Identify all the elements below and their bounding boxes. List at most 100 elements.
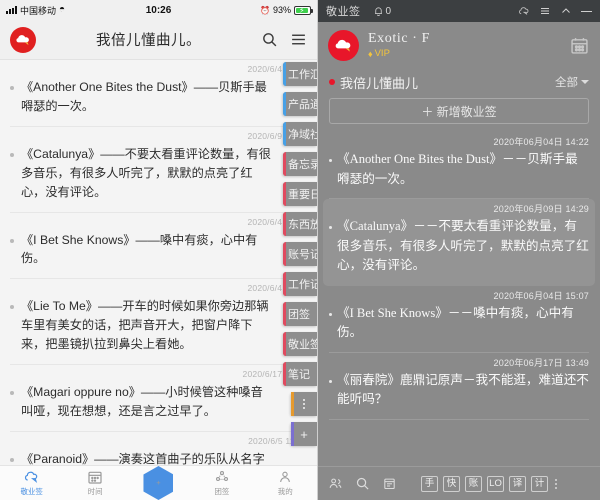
note-body: 《Catalunya》——不要太看重评论数量，有很多音乐，有很多人听完了，默默的… [10, 145, 307, 202]
app-root: 中国移动 ◓ 10:26 ⏰ 93% ⚡ 我倍儿懂曲儿。 2020/6/4 14… [0, 0, 600, 500]
shortcut-button[interactable]: 计 [531, 475, 548, 492]
tab-label: 团签 [214, 487, 230, 496]
table-row[interactable]: 2020年06月04日 14:22 《Another One Bites the… [329, 132, 589, 200]
note-text: 《丽春院》鹿鼎记原声－我不能逛，难道还不能听吗？ [337, 372, 589, 407]
app-logo-icon [10, 26, 36, 53]
note-text: 《Lie To Me》——开车的时候如果你旁边那辆车里有美女的话，把声音开大，把… [21, 299, 269, 352]
tag-label: 敬业签 [288, 339, 317, 351]
tag-label: 工作汇 [288, 69, 317, 81]
group-icon [215, 470, 228, 482]
tag-item[interactable]: 团签 [283, 302, 317, 326]
hamburger-menu-icon[interactable] [290, 31, 307, 48]
alarm-icon: ⏰ [260, 5, 270, 15]
tag-item[interactable]: 账号记 [283, 242, 317, 266]
shortcut-button[interactable]: LO [487, 475, 504, 492]
table-row[interactable]: 2020年06月09日 14:29 《Catalunya》－－不要太看重评论数量… [323, 199, 595, 286]
list-item[interactable]: 2020/6/4 14:22 《Another One Bites the Du… [10, 60, 307, 127]
tab-profile[interactable]: 我的 [254, 469, 317, 497]
note-text: 《Magari oppure no》——小时候管这种嗓音叫哑，现在想想，还是言之… [21, 385, 263, 418]
note-timestamp: 2020年06月04日 14:22 [493, 137, 589, 147]
contacts-icon [329, 478, 342, 488]
tag-item[interactable]: 东西放 [283, 212, 317, 236]
tag-more-button[interactable] [291, 392, 317, 416]
tag-item[interactable]: 净域社 [283, 122, 317, 146]
search-button[interactable] [355, 476, 370, 491]
add-note-fab[interactable]: + [143, 466, 174, 500]
tag-add-button[interactable]: + [291, 422, 317, 446]
chevron-up-icon[interactable] [560, 5, 572, 17]
note-body: 《Another One Bites the Dust》－－贝斯手最嘚瑟的一次。 [329, 150, 589, 189]
bullet-icon [10, 238, 14, 243]
filter-dropdown[interactable]: 全部 [555, 74, 589, 90]
app-logo-icon [328, 29, 359, 61]
filter-label: 全部 [555, 77, 578, 89]
table-row[interactable]: 2020年06月04日 15:07 《I Bet She Knows》－－嗓中有… [329, 286, 589, 353]
list-item[interactable]: 2020/6/4 14:34 《Lie To Me》——开车的时候如果你旁边那辆… [10, 279, 307, 366]
note-timestamp: 2020/6/9 14:29 [247, 130, 307, 141]
desktop-title-bar: 敬业签 0 [318, 0, 600, 22]
tag-label: 产品通 [288, 99, 317, 111]
more-vertical-icon[interactable] [555, 478, 557, 489]
bullet-icon [10, 305, 14, 310]
tag-label: 团签 [288, 309, 310, 321]
list-item[interactable]: 2020/6/17 13:42 《Magari oppure no》——小时候管… [10, 365, 307, 432]
list-item[interactable]: 2020/6/5 11:04 《Paranoid》——演奏这首曲子的乐队从名字上… [10, 432, 307, 465]
list-item[interactable]: 2020/6/9 14:29 《Catalunya》——不要太看重评论数量，有很… [10, 127, 307, 213]
phone-note-list[interactable]: 2020/6/4 14:22 《Another One Bites the Du… [0, 60, 317, 465]
search-icon[interactable] [261, 31, 278, 48]
note-text: 《I Bet She Knows》－－嗓中有痰，心中有伤。 [337, 305, 574, 340]
current-tag-title: 我倍儿懂曲儿 [340, 75, 419, 91]
tag-item[interactable]: 重要日 [283, 182, 317, 206]
shortcut-button[interactable]: 账 [465, 475, 482, 492]
tag-item[interactable]: 产品通 [283, 92, 317, 116]
shortcut-button[interactable]: 手 [421, 475, 438, 492]
note-body: 《Another One Bites the Dust》——贝斯手最嘚瑟的一次。 [10, 78, 307, 116]
minimize-icon[interactable] [581, 10, 592, 12]
tab-time[interactable]: 时间 [63, 469, 126, 497]
phone-app-bar: 我倍儿懂曲儿。 [0, 20, 317, 60]
hamburger-menu-icon[interactable] [539, 5, 551, 17]
bullet-icon [10, 152, 14, 157]
note-timestamp: 2020年06月04日 15:07 [493, 290, 589, 301]
tab-notes[interactable]: 敬业签 [0, 469, 63, 497]
desktop-note-list[interactable]: 2020年06月04日 14:22 《Another One Bites the… [318, 132, 600, 466]
contacts-button[interactable] [328, 476, 343, 491]
calendar-button[interactable] [569, 35, 590, 56]
list-item[interactable]: 2020/6/4 15:07 《I Bet She Knows》——嗓中有痰，心… [10, 213, 307, 280]
tag-item[interactable]: 敬业签 [283, 332, 317, 356]
status-dot-icon [329, 79, 335, 85]
note-text: 《I Bet She Knows》——嗓中有痰，心中有伤。 [21, 232, 258, 266]
calendar-icon [88, 471, 102, 484]
chevron-down-icon [581, 80, 589, 84]
shortcut-button[interactable]: 译 [509, 475, 526, 492]
bullet-icon [329, 312, 332, 316]
plus-icon: + [300, 426, 308, 442]
note-body: 《Catalunya》－－不要太看重评论数量，有很多音乐，有很多人听完了，默默的… [329, 217, 589, 276]
table-row[interactable]: 2020年06月17日 13:49 《丽春院》鹿鼎记原声－我不能逛，难道还不能听… [329, 353, 589, 420]
phone-page-title: 我倍儿懂曲儿。 [96, 33, 201, 49]
vip-badge: ♦ VIP [368, 48, 430, 59]
phone-status-bar: 中国移动 ◓ 10:26 ⏰ 93% ⚡ [0, 0, 317, 20]
cloud-sync-icon[interactable] [518, 5, 530, 17]
desktop-sub-header: 我倍儿懂曲儿 全部 [318, 68, 600, 96]
tag-label: 备忘录 [288, 159, 317, 171]
tag-item[interactable]: 工作记 [283, 272, 317, 296]
add-note-button[interactable]: ＋ 新增敬业签 [329, 98, 589, 124]
note-body: 《I Bet She Knows》——嗓中有痰，心中有伤。 [10, 231, 307, 269]
tag-item[interactable]: 工作汇 [283, 62, 317, 86]
status-bar-right: ⏰ 93% ⚡ [260, 5, 313, 15]
note-text: 《Catalunya》——不要太看重评论数量，有很多音乐，有很多人听完了，默默的… [21, 146, 271, 199]
notification-indicator[interactable]: 0 [373, 6, 391, 17]
tab-group[interactable]: 团签 [190, 469, 253, 497]
tab-label: 我的 [277, 487, 293, 496]
tag-label: 工作记 [288, 279, 317, 291]
tag-label: 笔记 [288, 369, 310, 381]
calendar-note-button[interactable] [382, 476, 397, 491]
tag-item[interactable]: 备忘录 [283, 152, 317, 176]
note-text: 《Catalunya》－－不要太看重评论数量，有很多音乐，有很多人听完了，默默的… [337, 219, 589, 273]
tag-item[interactable]: 笔记 [283, 362, 317, 386]
bullet-icon [10, 391, 14, 396]
shortcut-button[interactable]: 快 [443, 475, 460, 492]
note-timestamp: 2020/6/17 13:42 [242, 369, 307, 380]
note-text: 《Paranoid》——演奏这首曲子的乐队从名字上就可以看出来比较热爱贝斯，乐队… [21, 451, 265, 465]
